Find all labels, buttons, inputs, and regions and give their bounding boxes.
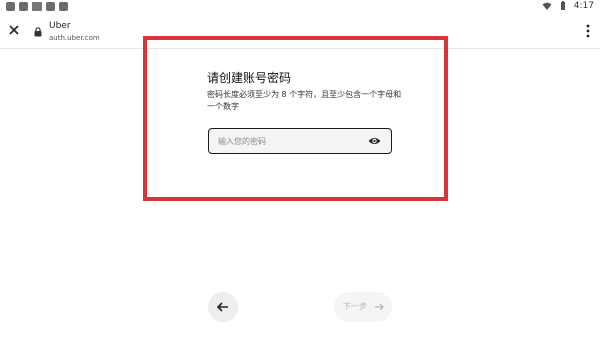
battery-icon xyxy=(560,1,565,10)
site-title: Uber xyxy=(49,21,71,31)
site-url: auth.uber.com xyxy=(49,34,100,42)
password-placeholder: 输入您的密码 xyxy=(218,137,266,146)
page-title: 请创建账号密码 xyxy=(207,71,292,85)
password-input[interactable]: 输入您的密码 xyxy=(208,128,392,154)
app-notification-icon xyxy=(19,2,28,11)
lock-icon xyxy=(34,27,42,37)
close-icon[interactable] xyxy=(7,23,21,37)
app-notification-icon xyxy=(6,2,15,11)
more-options-icon[interactable] xyxy=(586,24,590,38)
highlight-frame xyxy=(143,36,448,201)
arrow-left-icon xyxy=(216,302,228,312)
password-requirements: 密码长度必须至少为 8 个字符，且至少包含一个字母和一个数字 xyxy=(207,90,402,111)
next-button[interactable]: 下一步 xyxy=(334,292,392,322)
arrow-right-icon xyxy=(375,303,384,311)
next-button-label: 下一步 xyxy=(343,302,367,311)
app-notification-icon xyxy=(46,2,55,11)
status-bar: 4:17 xyxy=(0,0,600,14)
app-notification-icon xyxy=(59,2,68,11)
clock: 4:17 xyxy=(573,1,594,11)
app-notification-icon xyxy=(32,2,42,11)
wifi-icon xyxy=(542,2,552,10)
back-button[interactable] xyxy=(208,292,238,322)
show-password-icon[interactable] xyxy=(368,136,381,146)
notification-icons xyxy=(6,2,68,11)
